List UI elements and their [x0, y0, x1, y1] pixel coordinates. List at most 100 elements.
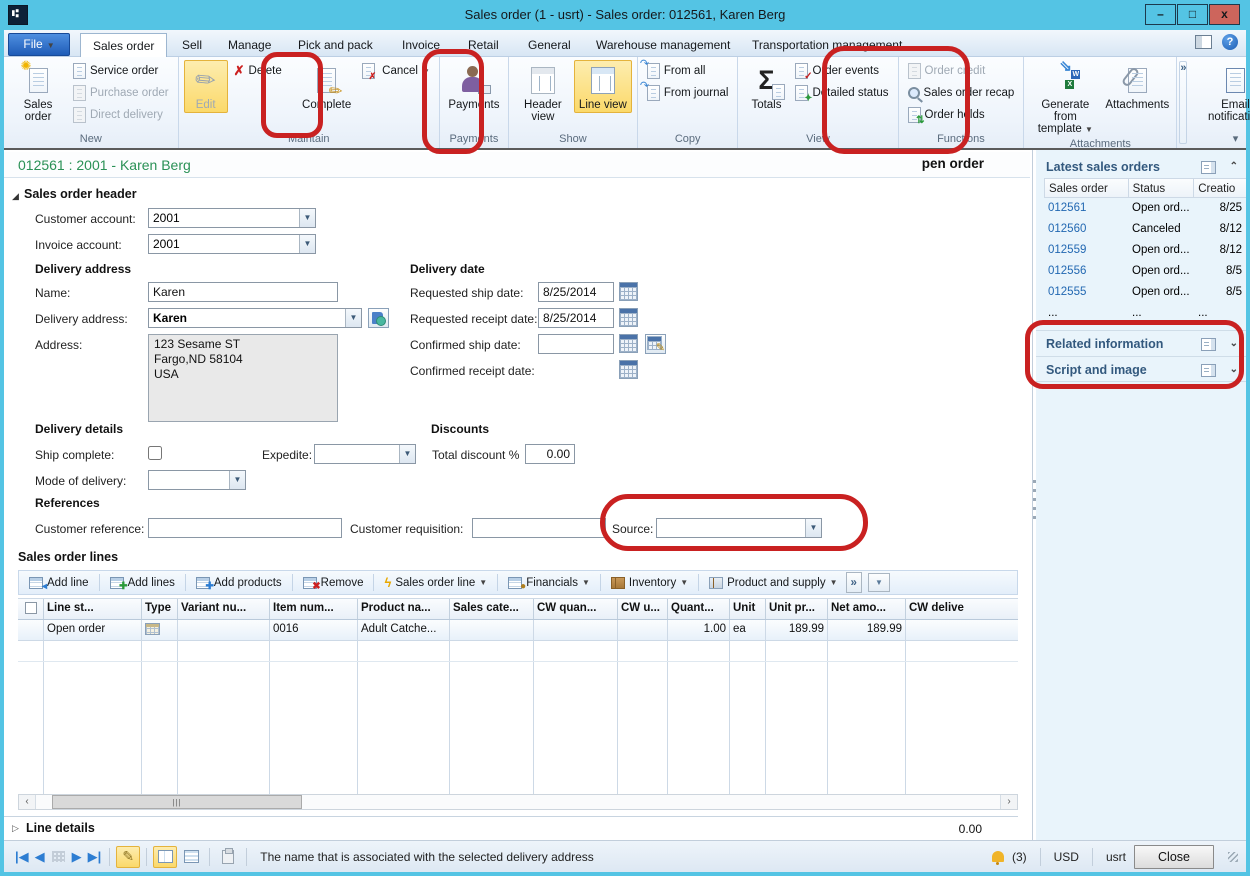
toolbar-dropdown[interactable]: ▼ — [868, 573, 890, 592]
calendar-icon[interactable] — [619, 282, 638, 301]
checkbox-icon[interactable] — [25, 602, 37, 614]
invoice-account-field[interactable]: ▼ — [148, 234, 316, 254]
customer-requisition-field[interactable] — [472, 518, 606, 538]
clipboard-button[interactable] — [216, 846, 240, 868]
col-sales-category[interactable]: Sales cate... — [450, 599, 534, 619]
collapse-chevron-icon[interactable]: ⌃ — [1230, 161, 1238, 172]
col-product-name[interactable]: Product na... — [358, 599, 450, 619]
mode-of-delivery-field[interactable]: ▼ — [148, 470, 246, 490]
expand-triangle-icon[interactable]: ▷ — [12, 823, 19, 834]
sales-order-line-menu[interactable]: ϟSales order line▼ — [378, 572, 493, 593]
col-item-number[interactable]: Item num... — [270, 599, 358, 619]
edit-mode-button[interactable]: ✎ — [116, 846, 140, 868]
col-type[interactable]: Type — [142, 599, 178, 619]
col-net-amount[interactable]: Net amo... — [828, 599, 906, 619]
tab-pick-and-pack[interactable]: Pick and pack — [286, 33, 385, 57]
resize-grip[interactable] — [1228, 852, 1238, 862]
previous-record-icon[interactable]: ◀ — [35, 850, 45, 863]
add-line-button[interactable]: ◂Add line — [23, 572, 95, 593]
toolbar-overflow-button[interactable]: » — [846, 572, 862, 593]
delete-button[interactable]: ✗Delete — [230, 60, 296, 82]
sales-order-recap-button[interactable]: Sales order recap — [904, 82, 1019, 104]
scroll-left-icon[interactable]: ‹ — [19, 795, 36, 809]
chevron-down-icon[interactable]: ▼ — [399, 445, 415, 463]
tab-sales-order[interactable]: Sales order — [80, 33, 167, 58]
chevron-down-icon[interactable]: ▼ — [805, 519, 821, 537]
tab-transportation-management[interactable]: Transportation management — [740, 33, 914, 57]
grid-view-button[interactable] — [179, 846, 203, 868]
add-lines-button[interactable]: ✚Add lines — [104, 572, 181, 593]
col-unit[interactable]: Unit — [730, 599, 766, 619]
tab-retail[interactable]: Retail — [456, 33, 511, 57]
sales-order-link[interactable]: 012560 — [1044, 219, 1128, 240]
open-pane-icon[interactable] — [1201, 364, 1216, 377]
complete-button[interactable]: ✎ Complete — [298, 60, 356, 113]
service-order-button[interactable]: Service order — [69, 60, 173, 82]
minimize-button[interactable]: – — [1145, 4, 1176, 25]
col-unit-price[interactable]: Unit pr... — [766, 599, 828, 619]
collapse-triangle-icon[interactable]: ◢ — [12, 191, 19, 202]
chevron-down-icon[interactable]: ▼ — [345, 309, 361, 327]
notification-count[interactable]: (3) — [1012, 850, 1027, 864]
scroll-right-icon[interactable]: › — [1000, 795, 1017, 809]
sales-order-link[interactable]: 012556 — [1044, 261, 1128, 282]
group-dialog-launcher-icon[interactable]: ▾ — [1191, 132, 1250, 148]
confirm-date-button[interactable]: ✎ — [645, 334, 666, 354]
requested-receipt-date-field[interactable] — [538, 308, 614, 328]
first-record-icon[interactable]: |◀ — [15, 850, 29, 863]
help-icon[interactable]: ? — [1222, 34, 1238, 50]
add-products-button[interactable]: ✚Add products — [190, 572, 288, 593]
line-view-button[interactable]: Line view — [574, 60, 632, 113]
col-variant-number[interactable]: Variant nu... — [178, 599, 270, 619]
total-discount-field[interactable] — [525, 444, 575, 464]
chevron-down-icon[interactable]: ▼ — [299, 209, 315, 227]
order-events-button[interactable]: ✓Order events — [791, 60, 892, 82]
chevron-down-icon[interactable]: ▼ — [299, 235, 315, 253]
ship-complete-checkbox[interactable] — [148, 446, 162, 460]
col-cw-quantity[interactable]: CW quan... — [534, 599, 618, 619]
ribbon-overflow-button[interactable]: » — [1179, 61, 1187, 144]
grid-data-row[interactable]: Open order 0016 Adult Catche... 1.00 ea … — [18, 620, 1018, 641]
horizontal-scrollbar[interactable]: ‹ ||| › — [18, 794, 1018, 810]
open-pane-icon[interactable] — [1201, 161, 1216, 174]
pane-layout-icon[interactable] — [1195, 35, 1212, 49]
inventory-menu[interactable]: Inventory▼ — [605, 572, 694, 593]
email-notification-button[interactable]: Email notification — [1194, 60, 1250, 125]
notifications-bell-icon[interactable] — [992, 851, 1004, 862]
script-and-image-pane[interactable]: Script and image ⌄ — [1036, 356, 1246, 382]
customer-reference-field[interactable] — [148, 518, 342, 538]
from-all-button[interactable]: ↷From all — [643, 60, 733, 82]
tab-warehouse-management[interactable]: Warehouse management — [584, 33, 742, 57]
expand-chevron-icon[interactable]: ⌄ — [1230, 364, 1238, 375]
attachments-button[interactable]: Attachments — [1103, 60, 1171, 113]
payments-button[interactable]: Payments — [445, 60, 503, 113]
expedite-field[interactable]: ▼ — [314, 444, 416, 464]
related-information-pane[interactable]: Related information ⌄ — [1036, 330, 1246, 356]
col-cw-unit[interactable]: CW u... — [618, 599, 668, 619]
chevron-down-icon[interactable]: ▼ — [229, 471, 245, 489]
open-pane-icon[interactable] — [1201, 338, 1216, 351]
header-view-button[interactable]: Header view — [514, 60, 572, 125]
maximize-button[interactable]: □ — [1177, 4, 1208, 25]
tab-manage[interactable]: Manage — [216, 33, 283, 57]
last-record-icon[interactable]: ▶| — [88, 850, 102, 863]
source-field[interactable]: ▼ — [656, 518, 822, 538]
generate-from-template-button[interactable]: ⇘ W X Generate from template ▼ — [1029, 60, 1101, 138]
col-line-status[interactable]: Line st... — [44, 599, 142, 619]
sales-order-link[interactable]: 012561 — [1044, 198, 1128, 219]
select-all-cell[interactable] — [18, 599, 44, 619]
confirmed-ship-date-field[interactable] — [538, 334, 614, 354]
expand-chevron-icon[interactable]: ⌄ — [1230, 338, 1238, 349]
totals-button[interactable]: Σ Totals — [743, 60, 789, 113]
close-window-button[interactable]: x — [1209, 4, 1240, 25]
detailed-status-button[interactable]: ✦Detailed status — [791, 82, 892, 104]
address-book-button[interactable] — [368, 308, 389, 328]
line-details-bar[interactable]: ▷ Line details 0.00 — [4, 816, 1018, 840]
details-view-button[interactable] — [153, 846, 177, 868]
col-cw-delivery[interactable]: CW delive — [906, 599, 980, 619]
tab-invoice[interactable]: Invoice — [390, 33, 452, 57]
product-and-supply-menu[interactable]: Product and supply▼ — [703, 572, 843, 593]
col-quantity[interactable]: Quant... — [668, 599, 730, 619]
sales-order-link[interactable]: 012555 — [1044, 282, 1128, 303]
requested-ship-date-field[interactable] — [538, 282, 614, 302]
